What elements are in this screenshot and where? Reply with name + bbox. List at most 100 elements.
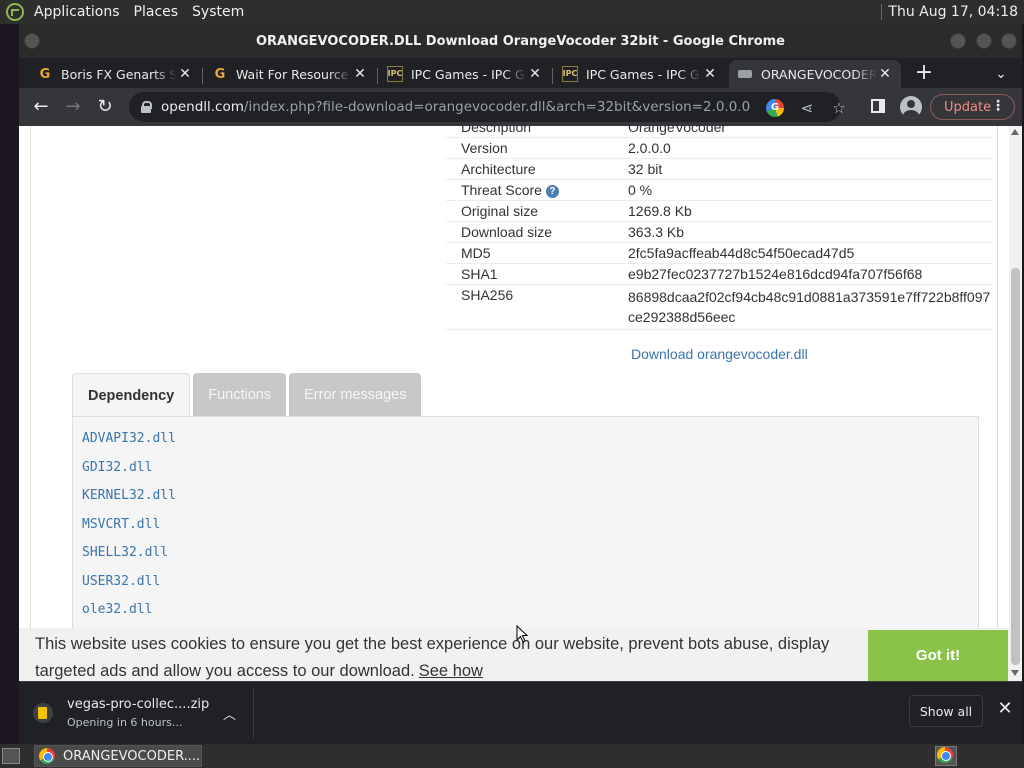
tab-separator bbox=[552, 68, 553, 84]
page-viewport: Description OrangeVocoder Version 2.0.0.… bbox=[19, 126, 1022, 681]
reload-icon[interactable]: ↻ bbox=[93, 95, 117, 119]
forward-arrow-icon[interactable]: → bbox=[61, 95, 85, 119]
detail-value: 86898dcaa2f02cf94cb48c91d0881a373591e7ff… bbox=[628, 289, 991, 325]
tab-boris-fx[interactable]: G Boris FX Genarts Sapphire ✕ bbox=[29, 60, 201, 88]
download-status: Opening in 6 hours... bbox=[67, 716, 183, 729]
window-menu-button[interactable] bbox=[24, 33, 40, 49]
tab-favicon: G bbox=[39, 66, 51, 82]
detail-value: 1269.8 Kb bbox=[628, 203, 692, 219]
table-row: Architecture 32 bit bbox=[446, 158, 992, 179]
show-desktop-icon[interactable] bbox=[2, 748, 20, 764]
tab-close-icon[interactable]: ✕ bbox=[527, 66, 543, 82]
menu-applications[interactable]: Applications bbox=[34, 4, 120, 20]
list-item[interactable]: SHELL32.dll bbox=[73, 545, 978, 574]
dll-details-table: Description OrangeVocoder Version 2.0.0.… bbox=[446, 126, 992, 330]
tab-favicon: G bbox=[214, 66, 226, 82]
download-filename: vegas-pro-collec....zip bbox=[67, 697, 210, 712]
tab-close-icon[interactable]: ✕ bbox=[702, 66, 718, 82]
dll-page-icon bbox=[737, 66, 753, 82]
desktop-taskbar: ORANGEVOCODER.... bbox=[0, 744, 1024, 768]
side-panel-icon[interactable] bbox=[871, 99, 885, 113]
tab-dependency[interactable]: Dependency bbox=[72, 373, 191, 417]
ipc-games-icon: IPC bbox=[387, 66, 403, 82]
window-titlebar[interactable]: ORANGEVOCODER.DLL Download OrangeVocoder… bbox=[19, 24, 1022, 58]
new-tab-icon[interactable]: + bbox=[912, 62, 936, 86]
close-window-button[interactable] bbox=[1001, 33, 1017, 49]
table-row: Version 2.0.0.0 bbox=[446, 137, 992, 158]
detail-value: e9b27fec0237727b1524e816dcd94fa707f56f68 bbox=[628, 266, 923, 282]
clock[interactable]: Thu Aug 17, 04:18 bbox=[881, 0, 1018, 24]
chrome-icon bbox=[937, 747, 953, 763]
tab-wait-for-resource[interactable]: G Wait For Resource ✕ bbox=[204, 60, 376, 88]
info-tabs: Dependency Functions Error messages bbox=[72, 373, 424, 417]
detail-key: Architecture bbox=[461, 161, 536, 177]
detail-value: 2.0.0.0 bbox=[628, 140, 671, 156]
detail-key: Threat Score? bbox=[446, 180, 628, 200]
tab-label: Boris FX Genarts Sapphire bbox=[61, 66, 177, 82]
zip-file-icon bbox=[33, 703, 53, 723]
bookmark-star-icon[interactable]: ☆ bbox=[830, 99, 848, 117]
tab-close-icon[interactable]: ✕ bbox=[177, 66, 193, 82]
detail-value: 363.3 Kb bbox=[628, 224, 685, 240]
back-arrow-icon[interactable]: ← bbox=[29, 95, 53, 119]
scroll-up-arrow-icon[interactable] bbox=[1011, 129, 1019, 135]
ipc-games-icon: IPC bbox=[562, 66, 578, 82]
minimize-button[interactable] bbox=[950, 33, 966, 49]
url-text[interactable]: opendll.com/index.php?file-download=oran… bbox=[161, 99, 750, 115]
show-all-button[interactable]: Show all bbox=[909, 695, 983, 727]
tab-functions[interactable]: Functions bbox=[193, 373, 287, 416]
profile-avatar-icon[interactable] bbox=[900, 96, 922, 118]
detail-value: OrangeVocoder bbox=[628, 126, 727, 135]
chevron-up-icon[interactable]: ︿ bbox=[223, 704, 239, 723]
detail-key: Download size bbox=[461, 224, 553, 240]
update-button[interactable]: Update ⋮ bbox=[930, 94, 1015, 120]
tab-ipc-games-1[interactable]: IPC IPC Games - IPC Games ✕ bbox=[379, 60, 551, 88]
detail-key: Description bbox=[461, 126, 532, 135]
taskbar-chrome-window[interactable]: ORANGEVOCODER.... bbox=[34, 745, 202, 767]
address-bar[interactable]: opendll.com/index.php?file-download=oran… bbox=[129, 92, 846, 122]
taskbar-label: ORANGEVOCODER.... bbox=[63, 748, 201, 764]
clock-text: Thu Aug 17, 04:18 bbox=[888, 4, 1018, 20]
table-row: Download size 363.3 Kb bbox=[446, 221, 992, 242]
table-row: Description OrangeVocoder bbox=[446, 126, 992, 137]
menu-places[interactable]: Places bbox=[134, 4, 179, 20]
os-logo-icon[interactable] bbox=[6, 3, 24, 21]
cookie-consent-bar: This website uses cookies to ensure you … bbox=[19, 628, 1009, 681]
close-shelf-icon[interactable]: ✕ bbox=[996, 698, 1014, 722]
help-icon[interactable]: ? bbox=[545, 185, 559, 198]
panel-separator bbox=[881, 4, 883, 20]
maximize-button[interactable] bbox=[976, 33, 992, 49]
list-item[interactable]: USER32.dll bbox=[73, 574, 978, 603]
list-item[interactable]: MSVCRT.dll bbox=[73, 517, 978, 546]
desktop-background bbox=[0, 24, 19, 744]
share-icon[interactable]: ⋖ bbox=[798, 99, 816, 117]
menu-system[interactable]: System bbox=[192, 4, 244, 20]
list-item[interactable]: GDI32.dll bbox=[73, 460, 978, 489]
got-it-button[interactable]: Got it! bbox=[868, 630, 1008, 681]
download-info: vegas-pro-collec....zip Opening in 6 hou… bbox=[67, 697, 217, 729]
see-how-link[interactable]: See how bbox=[419, 662, 483, 680]
tab-close-icon[interactable]: ✕ bbox=[877, 66, 893, 82]
detail-key: Version bbox=[461, 140, 508, 156]
list-item[interactable]: KERNEL32.dll bbox=[73, 488, 978, 517]
google-lens-icon[interactable]: G bbox=[766, 99, 784, 117]
tab-ipc-games-2[interactable]: IPC IPC Games - IPC Games ✕ bbox=[554, 60, 726, 88]
table-row: MD5 2fc5fa9acffeab44d8c54f50ecad47d5 bbox=[446, 242, 992, 263]
table-row: Original size 1269.8 Kb bbox=[446, 200, 992, 221]
tab-search-chevron-icon[interactable]: ⌄ bbox=[989, 62, 1013, 86]
tab-separator bbox=[202, 68, 203, 84]
list-item[interactable]: ADVAPI32.dll bbox=[73, 431, 978, 460]
lock-icon[interactable] bbox=[141, 101, 152, 113]
tab-label: Wait For Resource bbox=[236, 66, 349, 82]
cookie-message: This website uses cookies to ensure you … bbox=[35, 635, 830, 680]
tab-close-icon[interactable]: ✕ bbox=[352, 66, 368, 82]
scroll-down-arrow-icon[interactable] bbox=[1011, 670, 1019, 676]
table-row: Threat Score? 0 % bbox=[446, 179, 992, 200]
tab-error-messages[interactable]: Error messages bbox=[289, 373, 422, 416]
scroll-thumb[interactable] bbox=[1011, 268, 1020, 665]
download-dll-link[interactable]: Download orangevocoder.dll bbox=[631, 346, 808, 362]
more-menu-icon[interactable]: ⋮ bbox=[991, 98, 1005, 114]
tab-orangevocoder[interactable]: ORANGEVOCODER.DLL ✕ bbox=[729, 60, 901, 88]
page-scrollbar[interactable] bbox=[1009, 126, 1022, 681]
download-item[interactable]: vegas-pro-collec....zip Opening in 6 hou… bbox=[27, 688, 254, 738]
